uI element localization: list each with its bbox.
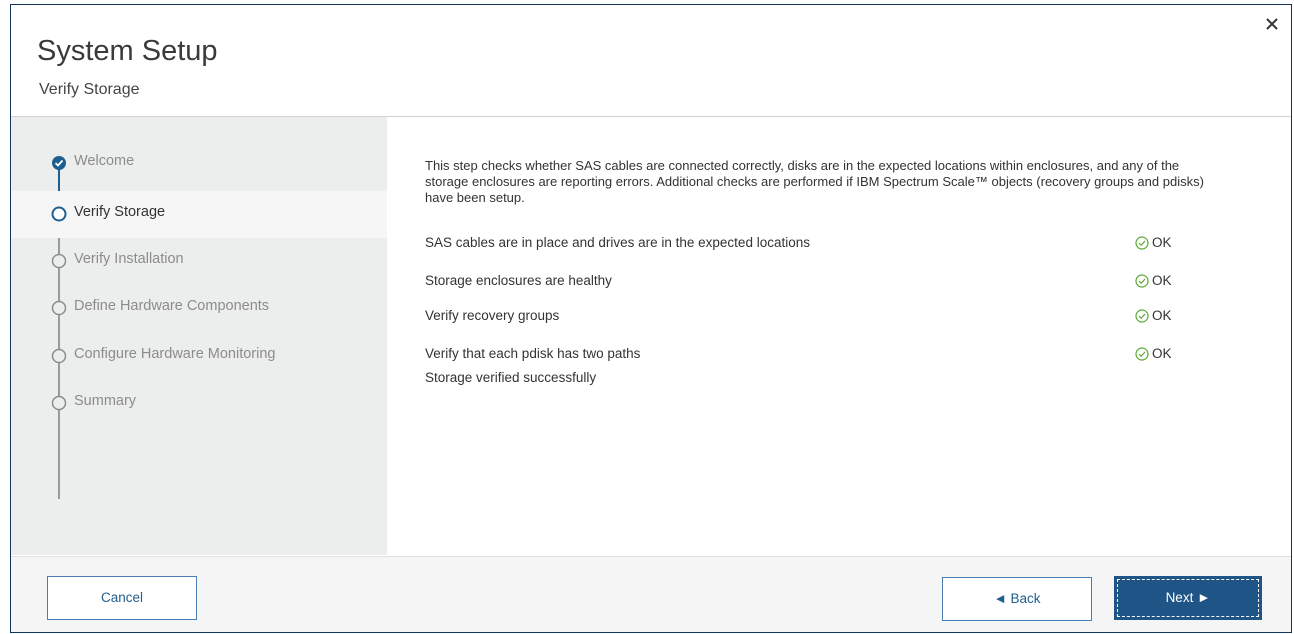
step-verify-storage[interactable]: Verify Storage (11, 191, 387, 238)
step-description: This step checks whether SAS cables are … (425, 158, 1204, 205)
pending-step-icon (51, 300, 67, 316)
check-label: SAS cables are in place and drives are i… (425, 235, 810, 250)
pending-step-icon (51, 395, 67, 411)
step-label: Welcome (74, 153, 135, 169)
check-status-text: OK (1152, 308, 1172, 323)
step-configure-hardware-monitoring[interactable]: Configure Hardware Monitoring (11, 333, 387, 380)
step-define-hardware-components[interactable]: Define Hardware Components (11, 285, 387, 332)
close-icon[interactable] (1265, 17, 1285, 37)
check-status: OK (1135, 346, 1172, 361)
system-setup-dialog: System Setup Verify Storage Welcome Veri… (10, 4, 1292, 633)
step-label: Define Hardware Components (74, 298, 270, 314)
step-label: Summary (74, 393, 137, 409)
ok-check-icon (1135, 347, 1149, 361)
next-button[interactable]: Next ► (1114, 576, 1262, 620)
step-summary[interactable]: Summary (11, 380, 387, 427)
check-circle-icon (52, 156, 66, 170)
dialog-subtitle: Verify Storage (39, 81, 140, 98)
back-button[interactable]: ◄ Back (942, 577, 1092, 621)
check-label: Verify recovery groups (425, 308, 560, 323)
verification-result: Storage verified successfully (425, 370, 597, 385)
ok-check-icon (1135, 236, 1149, 250)
step-label: Configure Hardware Monitoring (74, 346, 276, 362)
check-status: OK (1135, 273, 1172, 288)
step-label: Verify Installation (74, 251, 184, 267)
pending-step-icon (51, 253, 67, 269)
step-content: This step checks whether SAS cables are … (388, 117, 1291, 555)
current-step-icon (51, 206, 67, 222)
check-status: OK (1135, 308, 1172, 323)
steps-sidebar: Welcome Verify Storage Verify Installati… (11, 117, 387, 555)
ok-check-icon (1135, 309, 1149, 323)
dialog-title: System Setup (37, 35, 218, 67)
step-welcome[interactable]: Welcome (11, 140, 387, 187)
ok-check-icon (1135, 274, 1149, 288)
check-label: Storage enclosures are healthy (425, 273, 612, 288)
dialog-footer: Cancel ◄ Back Next ► (11, 556, 1291, 632)
check-label: Verify that each pdisk has two paths (425, 346, 641, 361)
check-status-text: OK (1152, 346, 1172, 361)
check-status-text: OK (1152, 273, 1172, 288)
check-status-text: OK (1152, 235, 1172, 250)
step-verify-installation[interactable]: Verify Installation (11, 238, 387, 285)
pending-step-icon (51, 348, 67, 364)
step-label: Verify Storage (74, 204, 166, 220)
check-status: OK (1135, 235, 1172, 250)
dialog-header: System Setup Verify Storage (11, 5, 1291, 117)
cancel-button[interactable]: Cancel (47, 576, 197, 620)
